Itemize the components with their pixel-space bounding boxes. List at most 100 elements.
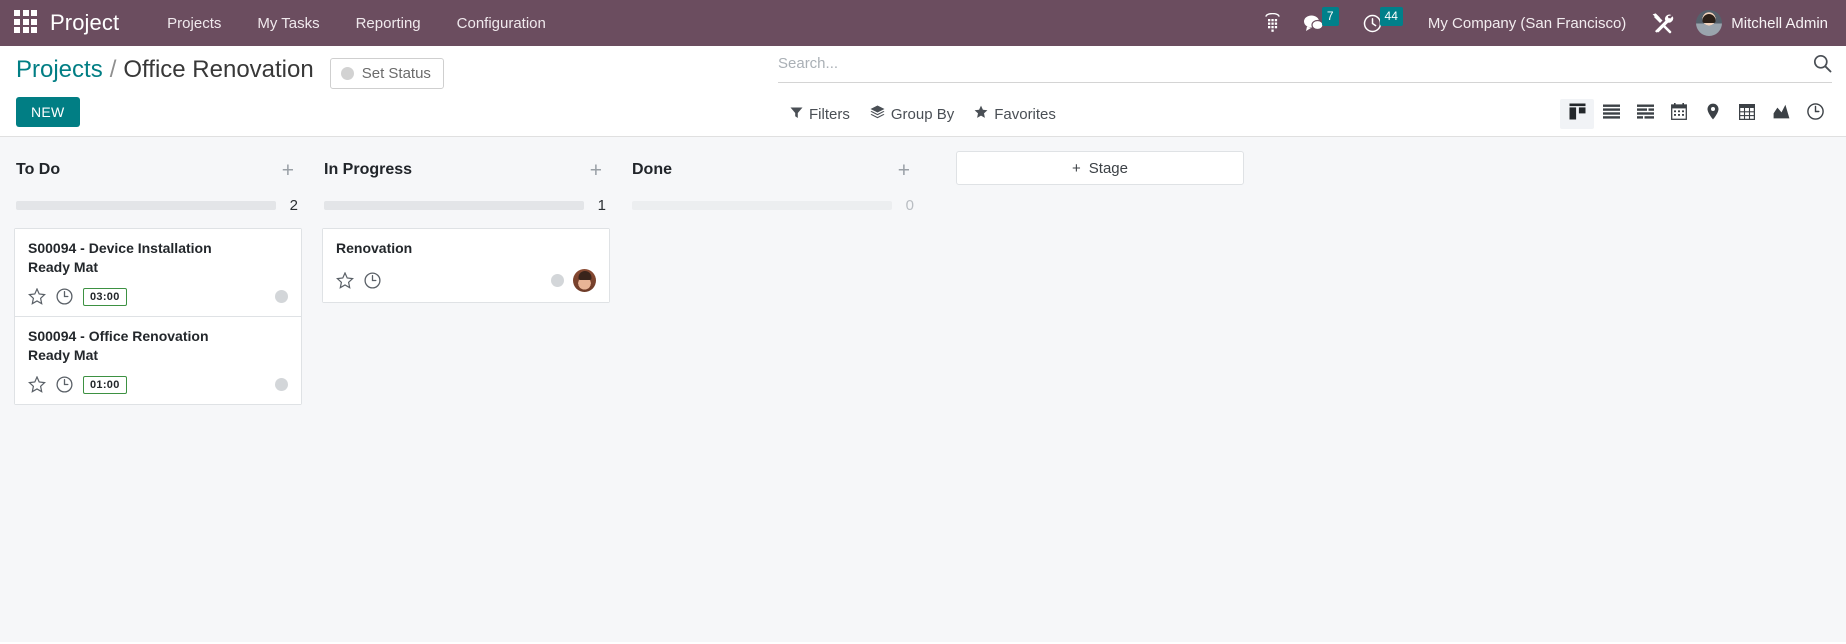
search-zone xyxy=(778,54,1832,83)
main-menu: Projects My Tasks Reporting Configuratio… xyxy=(149,9,564,38)
app-brand-project[interactable]: Project xyxy=(50,10,119,36)
progress-bar[interactable] xyxy=(16,201,276,210)
star-outline-icon[interactable] xyxy=(28,376,46,394)
view-button-list[interactable] xyxy=(1594,99,1628,129)
menu-item-my-tasks[interactable]: My Tasks xyxy=(239,9,337,38)
card-footer: 03:00 xyxy=(28,287,288,306)
messages-icon[interactable]: 7 xyxy=(1292,6,1352,37)
progress-bar[interactable] xyxy=(632,201,892,210)
clock-outline-icon[interactable] xyxy=(56,288,73,305)
column-title: In Progress xyxy=(324,161,413,178)
graph-chart-icon xyxy=(1773,104,1790,124)
time-allocation-badge[interactable]: 03:00 xyxy=(83,287,127,306)
star-outline-icon[interactable] xyxy=(336,271,354,289)
add-stage-button[interactable]: + Stage xyxy=(956,151,1244,185)
column-progress: 1 xyxy=(322,185,610,214)
view-button-kanban[interactable] xyxy=(1560,99,1594,129)
card-footer xyxy=(336,268,596,292)
user-name-label: Mitchell Admin xyxy=(1731,14,1828,32)
page-title: Office Renovation xyxy=(123,56,314,83)
column-header: Done + xyxy=(630,151,918,185)
dialpad-icon[interactable] xyxy=(1253,9,1292,37)
card-list: Renovation xyxy=(322,228,610,303)
plus-icon: + xyxy=(1072,159,1081,177)
filters-dropdown[interactable]: Filters xyxy=(790,106,850,123)
map-pin-icon xyxy=(1707,103,1719,125)
state-dot-grey[interactable] xyxy=(275,378,288,392)
tools-wrench-screwdriver-icon[interactable] xyxy=(1638,8,1686,38)
gantt-icon xyxy=(1636,104,1654,124)
activity-clock-icon xyxy=(1806,103,1824,125)
card-right-zone xyxy=(275,378,288,392)
navbar-systray: 7 44 My Company (San Francisco) Mitchell… xyxy=(1253,6,1832,40)
column-header: In Progress + xyxy=(322,151,610,185)
layers-icon xyxy=(870,105,885,123)
time-allocation-badge[interactable]: 01:00 xyxy=(83,375,127,394)
favorites-dropdown[interactable]: Favorites xyxy=(974,105,1056,123)
menu-item-projects[interactable]: Projects xyxy=(149,9,239,38)
card-right-zone xyxy=(275,290,288,304)
search-filter-group: Filters Group By Favorites xyxy=(790,105,1056,123)
plus-icon[interactable]: + xyxy=(278,160,298,181)
breadcrumb: Projects / Office Renovation xyxy=(16,56,314,84)
activities-clock-icon[interactable]: 44 xyxy=(1352,6,1416,37)
column-title: Done xyxy=(632,161,672,178)
apps-grid-icon[interactable] xyxy=(14,10,40,36)
kanban-icon xyxy=(1569,103,1586,125)
kanban-card[interactable]: S00094 - Device Installation Ready Mat 0… xyxy=(15,229,301,317)
control-panel-bottom: NEW Filters Group By Favorites xyxy=(0,92,1846,136)
search-input[interactable] xyxy=(778,55,1805,72)
menu-item-reporting[interactable]: Reporting xyxy=(338,9,439,38)
menu-item-configuration[interactable]: Configuration xyxy=(439,9,564,38)
clock-outline-icon[interactable] xyxy=(56,376,73,393)
card-subtitle: Ready Mat xyxy=(28,346,99,363)
column-title: To Do xyxy=(16,161,61,178)
breadcrumb-separator: / xyxy=(109,56,117,83)
top-navbar: Project Projects My Tasks Reporting Conf… xyxy=(0,0,1846,46)
state-dot-grey[interactable] xyxy=(275,290,288,304)
user-menu[interactable]: Mitchell Admin xyxy=(1686,6,1832,40)
star-outline-icon[interactable] xyxy=(28,288,46,306)
view-button-graph[interactable] xyxy=(1764,99,1798,129)
view-button-map[interactable] xyxy=(1696,99,1730,129)
new-button[interactable]: NEW xyxy=(16,97,80,127)
set-status-label: Set Status xyxy=(361,65,431,82)
funnel-icon xyxy=(790,106,803,123)
activities-badge-count: 44 xyxy=(1379,6,1403,26)
list-icon xyxy=(1602,104,1620,124)
kanban-card[interactable]: S00094 - Office Renovation Ready Mat 01:… xyxy=(15,316,301,404)
view-button-pivot[interactable] xyxy=(1730,99,1764,129)
kanban-board: To Do + 2 S00094 - Device Installation R… xyxy=(0,137,1846,642)
search-magnifier-icon[interactable] xyxy=(1805,54,1832,73)
pivot-table-icon xyxy=(1738,103,1756,125)
view-button-activity[interactable] xyxy=(1798,99,1832,129)
card-footer: 01:00 xyxy=(28,375,288,394)
calendar-icon xyxy=(1671,103,1687,125)
card-title: S00094 - Device Installation xyxy=(28,240,212,256)
control-panel-top: Projects / Office Renovation Set Status xyxy=(0,46,1846,92)
card-subtitle: Ready Mat xyxy=(28,258,99,275)
column-record-count: 0 xyxy=(905,197,914,214)
card-right-zone xyxy=(551,268,596,292)
status-circle-icon xyxy=(340,67,354,80)
state-dot-grey[interactable] xyxy=(551,273,564,287)
view-button-gantt[interactable] xyxy=(1628,99,1662,129)
set-status-button[interactable]: Set Status xyxy=(329,58,444,89)
group-by-dropdown[interactable]: Group By xyxy=(870,105,954,123)
assignee-avatar[interactable] xyxy=(573,268,596,292)
kanban-card[interactable]: Renovation xyxy=(323,229,609,302)
progress-bar[interactable] xyxy=(324,201,584,210)
view-button-calendar[interactable] xyxy=(1662,99,1696,129)
filters-label: Filters xyxy=(809,105,850,123)
clock-outline-icon[interactable] xyxy=(364,272,381,289)
plus-icon[interactable]: + xyxy=(586,160,606,181)
favorites-label: Favorites xyxy=(994,105,1056,123)
kanban-column-done: Done + 0 xyxy=(630,137,918,228)
column-progress: 2 xyxy=(14,185,302,214)
company-switcher[interactable]: My Company (San Francisco) xyxy=(1416,9,1638,38)
search-row xyxy=(778,54,1832,83)
breadcrumb-root-projects[interactable]: Projects xyxy=(16,56,103,84)
view-switcher xyxy=(1560,99,1832,129)
card-title: Renovation xyxy=(336,240,413,256)
plus-icon[interactable]: + xyxy=(894,160,914,181)
